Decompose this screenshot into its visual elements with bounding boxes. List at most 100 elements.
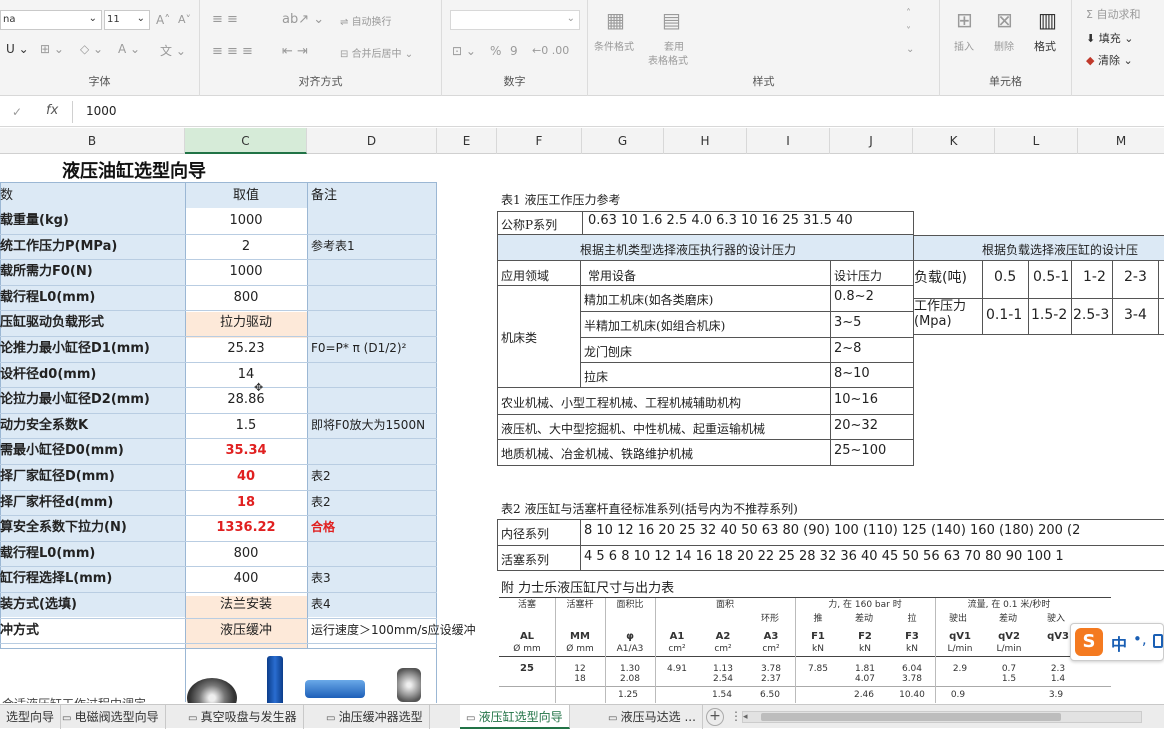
col-header-g[interactable]: G (582, 128, 664, 154)
param-value[interactable]: 400 (186, 566, 306, 591)
format-button[interactable]: 格式 (1034, 38, 1056, 54)
param-value[interactable]: 2 (186, 234, 306, 259)
percent-button[interactable]: % (490, 44, 501, 58)
col-header-k[interactable]: K (913, 128, 995, 154)
param-value[interactable]: 液压缓冲 (186, 618, 306, 643)
cancel-icon[interactable]: ✓ (12, 105, 22, 119)
param-note[interactable]: 即将F0放大为1500N (311, 413, 483, 438)
col-header-m[interactable]: M (1078, 128, 1164, 154)
sheet-tab[interactable]: 选型向导 (0, 705, 62, 729)
param-value[interactable]: 28.86 (186, 387, 306, 412)
font-name-select[interactable]: na ⌄ (0, 10, 102, 30)
cond-format-button[interactable]: 条件格式 (594, 38, 634, 53)
param-note[interactable]: F0=P* π (D1/2)² (311, 336, 483, 361)
phonetic-icon[interactable]: 文 ⌄ (160, 42, 186, 59)
param-label[interactable]: 论推力最小缸径D1(mm) (0, 336, 184, 361)
align-top-icon[interactable]: ≡ ≡ (212, 12, 238, 27)
fill-color-icon[interactable]: ◇ ⌄ (80, 42, 103, 56)
insert-button[interactable]: 插入 (954, 38, 974, 53)
col-header-c[interactable]: C (185, 128, 307, 154)
param-note[interactable] (311, 285, 483, 310)
table-format-icon[interactable]: ▤ (662, 8, 681, 32)
param-note[interactable] (311, 310, 483, 335)
insert-icon[interactable]: ⊞ (956, 8, 973, 32)
param-label[interactable]: 动力安全系数K (0, 413, 184, 438)
param-label[interactable]: 算安全系数下拉力(N) (0, 515, 184, 540)
col-header-h[interactable]: H (664, 128, 747, 154)
param-value[interactable]: 800 (186, 285, 306, 310)
font-color-icon[interactable]: A ⌄ (118, 42, 140, 56)
param-note[interactable] (311, 362, 483, 387)
settings-icon[interactable] (1153, 634, 1163, 648)
increase-font-icon[interactable]: A˄ (156, 13, 170, 27)
param-label[interactable]: 载重量(kg) (0, 208, 184, 233)
param-value[interactable]: 1000 (186, 259, 306, 284)
ime-mode[interactable]: 中 (1111, 631, 1127, 655)
scroll-thumb[interactable] (761, 713, 1061, 721)
param-label[interactable]: 缸行程选择L(mm) (0, 566, 184, 591)
param-note[interactable]: 表3 (311, 566, 483, 591)
param-note[interactable] (311, 438, 483, 463)
param-value[interactable]: 1336.22 (186, 515, 306, 540)
param-label[interactable]: 择厂家缸径D(mm) (0, 464, 184, 489)
param-value[interactable]: 40 (186, 464, 306, 489)
param-note[interactable]: 表2 (311, 490, 483, 515)
fill-button[interactable]: ⬇ 填充 ⌄ (1086, 30, 1133, 46)
border-icon[interactable]: ⊞ ⌄ (40, 42, 64, 56)
ime-toolbar[interactable]: S 中 •, (1070, 623, 1164, 661)
param-note[interactable]: 表4 (311, 592, 483, 617)
sheet-tab[interactable]: ▭ 油压缓冲器选型 (320, 705, 430, 729)
param-note[interactable]: 运行速度＞100mm/s应设缓冲 (311, 618, 483, 643)
param-value[interactable]: 35.34 (186, 438, 306, 463)
param-note[interactable]: 参考表1 (311, 234, 483, 259)
param-label[interactable]: 论拉力最小缸径D2(mm) (0, 387, 184, 412)
add-sheet-button[interactable]: + (706, 708, 724, 726)
col-header-b[interactable]: B (0, 128, 185, 154)
chevron-down-icon[interactable]: ˅ (906, 26, 911, 37)
sheet-tab[interactable]: ▭ 电磁阀选型向导 (56, 705, 166, 729)
param-note[interactable] (311, 259, 483, 284)
param-value[interactable]: 1000 (186, 208, 306, 233)
sheet-tab[interactable]: ▭ 液压马达选 ... (602, 705, 703, 729)
param-note[interactable] (311, 208, 483, 233)
col-header-i[interactable]: I (747, 128, 830, 154)
currency-icon[interactable]: ⊡ ⌄ (452, 44, 476, 58)
param-label[interactable]: 装方式(选填) (0, 592, 184, 617)
tabs-more-icon[interactable]: ⋮ (730, 709, 742, 723)
param-label[interactable]: 冲方式 (0, 618, 184, 643)
autosum-button[interactable]: Σ 自动求和 (1086, 6, 1140, 22)
param-label[interactable]: 载行程L0(mm) (0, 541, 184, 566)
param-label[interactable]: 载行程L0(mm) (0, 285, 184, 310)
param-label[interactable]: 载所需力F0(N) (0, 259, 184, 284)
param-label[interactable]: 设杆径d0(mm) (0, 362, 184, 387)
param-label[interactable]: 择厂家杆径d(mm) (0, 490, 184, 515)
underline-icon[interactable]: U ⌄ (6, 42, 29, 56)
orientation-icon[interactable]: ab↗ ⌄ (282, 12, 324, 27)
punctuation-icon[interactable]: •, (1133, 630, 1147, 648)
decimal-icon[interactable]: ←0 .00 (532, 44, 569, 57)
col-header-f[interactable]: F (497, 128, 582, 154)
formula-input[interactable]: 1000 (86, 104, 117, 118)
col-header-l[interactable]: L (995, 128, 1078, 154)
scroll-left-icon[interactable]: ◂ (743, 711, 755, 723)
param-note[interactable] (311, 387, 483, 412)
decrease-font-icon[interactable]: A˅ (178, 13, 191, 26)
param-value[interactable]: 800 (186, 541, 306, 566)
param-label[interactable]: 统工作压力P(MPa) (0, 234, 184, 259)
font-size-select[interactable]: 11 ⌄ (104, 10, 150, 30)
wrap-text-button[interactable]: ⇌ 自动换行 (340, 13, 392, 28)
param-note[interactable]: 表2 (311, 464, 483, 489)
col-header-e[interactable]: E (437, 128, 497, 154)
horizontal-scrollbar[interactable]: ◂ (742, 711, 1142, 723)
delete-icon[interactable]: ⊠ (996, 8, 1013, 32)
style-scroll[interactable]: ˄ ˅ ⌄ (894, 6, 934, 66)
col-header-j[interactable]: J (830, 128, 913, 154)
table-format-button[interactable]: 套用 (664, 38, 684, 53)
param-note[interactable] (311, 541, 483, 566)
merge-center-button[interactable]: ⊟ 合并后居中 ⌄ (340, 45, 413, 60)
fx-icon[interactable]: fx (46, 103, 58, 118)
param-label[interactable]: 压缸驱动负载形式 (0, 310, 184, 335)
param-note[interactable]: 合格 (311, 515, 483, 540)
more-icon[interactable]: ⌄ (906, 44, 914, 55)
sheet-tab[interactable]: ▭ 真空吸盘与发生器 (182, 705, 304, 729)
